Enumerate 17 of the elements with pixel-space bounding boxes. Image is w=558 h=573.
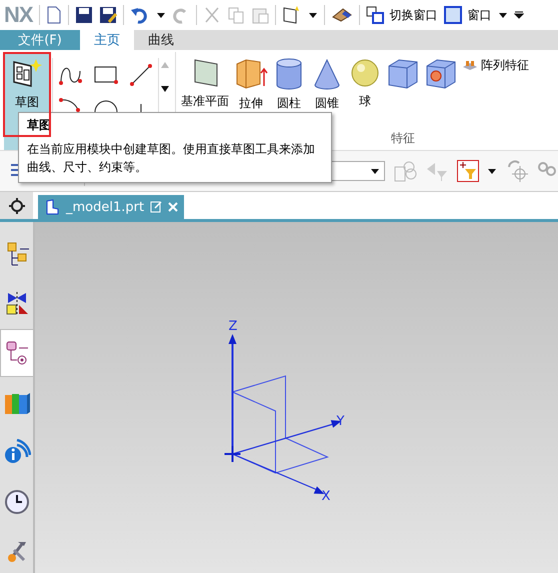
- group-label: 特征: [391, 130, 415, 147]
- graphics-viewport[interactable]: Z Y X: [35, 222, 558, 573]
- window-menu[interactable]: 窗口: [468, 6, 492, 24]
- pattern-feature-button[interactable]: 阵列特征: [462, 52, 529, 72]
- feature-button[interactable]: 拉伸: [232, 52, 270, 112]
- axis-label: X: [322, 489, 330, 504]
- feature-button[interactable]: 圆柱: [270, 52, 308, 112]
- ribbon-tab[interactable]: 曲线: [134, 30, 188, 50]
- document-tab-label: _model1.prt: [66, 200, 144, 214]
- ribbon-tab[interactable]: 主页: [80, 30, 134, 50]
- app-logo: NX: [4, 2, 33, 28]
- feature-button[interactable]: 圆锥: [308, 52, 346, 112]
- switch-window-button[interactable]: 切换窗口: [390, 6, 438, 24]
- feature-button[interactable]: 球: [346, 52, 384, 112]
- feature-button[interactable]: 基准平面: [178, 52, 232, 112]
- axis-label: Z: [228, 319, 238, 334]
- axis-label: Y: [336, 414, 344, 429]
